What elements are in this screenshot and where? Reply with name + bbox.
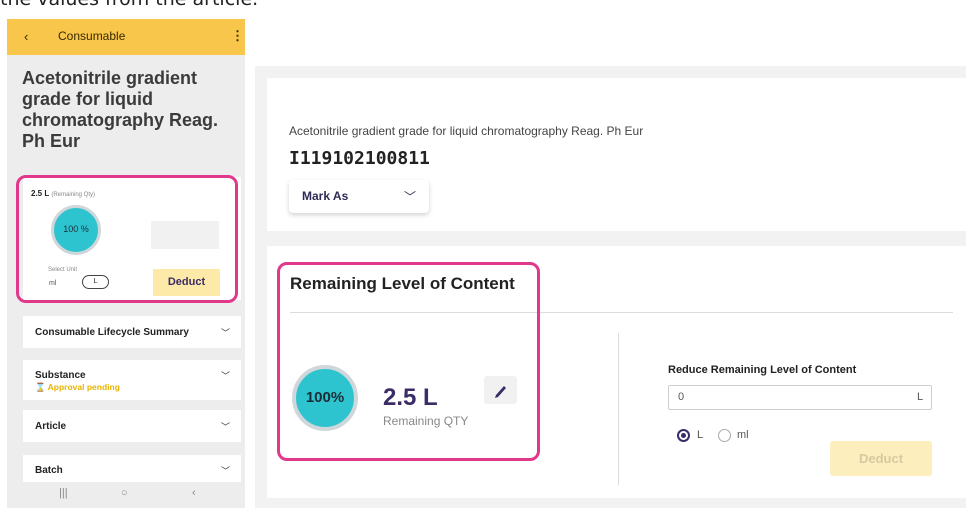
accordion-label: Substance xyxy=(35,370,86,381)
header-title: Consumable xyxy=(58,29,126,43)
back-icon[interactable]: ‹ xyxy=(24,29,28,44)
accordion-batch[interactable]: Batch ﹀ xyxy=(23,455,241,482)
app-header: ‹ Consumable ⋮ xyxy=(7,19,245,55)
radio-unit-l-label: L xyxy=(697,429,704,441)
accordion-substance[interactable]: Substance ⌛ Approval pending ﹀ xyxy=(23,360,241,400)
product-name: Acetonitrile gradient grade for liquid c… xyxy=(289,124,644,138)
approval-pending-status: ⌛ Approval pending xyxy=(35,382,120,392)
chevron-down-icon: ﹀ xyxy=(221,422,231,432)
chevron-down-icon: ﹀ xyxy=(404,190,417,204)
product-header-card: Acetonitrile gradient grade for liquid c… xyxy=(267,78,966,231)
chevron-down-icon: ﹀ xyxy=(221,328,231,338)
reduce-content-unit: L xyxy=(917,391,924,403)
accordion-lifecycle-summary[interactable]: Consumable Lifecycle Summary ﹀ xyxy=(23,316,241,348)
chevron-down-icon: ﹀ xyxy=(221,371,231,381)
page: the values from the article. ‹ Consumabl… xyxy=(0,0,966,508)
highlight-box-desktop xyxy=(277,262,540,461)
reduce-content-value: 0 xyxy=(678,391,685,403)
mark-as-label: Mark As xyxy=(302,189,349,203)
chevron-down-icon: ﹀ xyxy=(221,466,231,476)
caption-text: the values from the article. xyxy=(0,0,258,10)
radio-unit-ml[interactable] xyxy=(718,429,731,442)
nav-back-icon[interactable]: ‹ xyxy=(192,487,196,499)
accordion-label: Consumable Lifecycle Summary xyxy=(35,327,189,338)
system-nav-bar: ||| ○ ‹ xyxy=(7,482,245,508)
radio-unit-l[interactable] xyxy=(677,429,690,442)
accordion-article[interactable]: Article ﹀ xyxy=(23,410,241,442)
recents-icon[interactable]: ||| xyxy=(59,487,68,499)
accordion-label: Article xyxy=(35,421,67,432)
home-icon[interactable]: ○ xyxy=(121,487,128,499)
reduce-content-input[interactable]: 0 L xyxy=(668,385,932,410)
highlight-box-mobile xyxy=(16,175,238,303)
accordion-label: Batch xyxy=(35,465,63,476)
deduct-button[interactable]: Deduct xyxy=(830,441,932,476)
more-menu-icon[interactable]: ⋮ xyxy=(231,28,244,44)
vertical-divider xyxy=(618,333,619,485)
reduce-content-label: Reduce Remaining Level of Content xyxy=(668,364,857,376)
product-name: Acetonitrile gradient grade for liquid c… xyxy=(22,68,219,151)
mark-as-dropdown[interactable]: Mark As ﹀ xyxy=(289,180,429,213)
product-id: I119102100811 xyxy=(289,148,430,169)
radio-unit-ml-label: ml xyxy=(737,429,749,441)
